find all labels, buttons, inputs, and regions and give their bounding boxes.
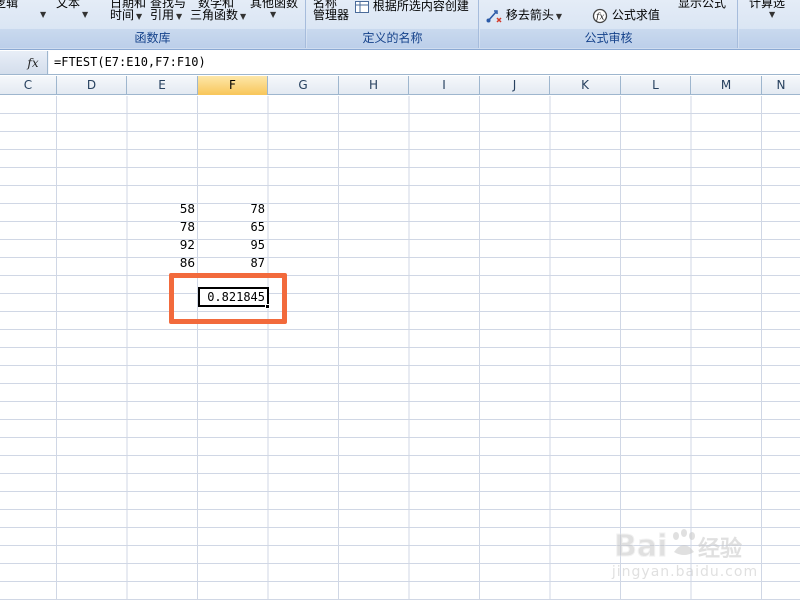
chevron-down-icon: ▼ — [769, 10, 776, 19]
evaluate-formula-button[interactable]: fx 公式求值 — [592, 6, 660, 24]
create-from-selection-label: 根据所选内容创建 — [372, 0, 469, 13]
logical-dropdown[interactable]: ▼ — [38, 6, 46, 20]
ribbon-cut-label: 显示公式 — [678, 0, 727, 10]
remove-arrows-button[interactable]: 移去箭头 ▼ — [486, 6, 562, 23]
column-header-i[interactable]: I — [409, 76, 480, 95]
calculation-options-dropdown[interactable]: ▼ — [767, 6, 775, 20]
chevron-down-icon: ▼ — [555, 12, 562, 21]
baidu-jingyan-logo: Bai 经验 — [614, 529, 743, 565]
cell-f8[interactable]: 65 — [198, 218, 268, 236]
chevron-down-icon: ▼ — [176, 12, 183, 21]
column-header-k[interactable]: K — [550, 76, 621, 95]
cell-e9[interactable]: 92 — [127, 236, 198, 254]
svg-text:经验: 经验 — [698, 536, 742, 562]
chevron-down-icon: ▼ — [82, 10, 89, 19]
text-dropdown[interactable]: ▼ — [80, 6, 88, 20]
watermark-url: jingyan.baidu.com — [611, 564, 759, 580]
create-from-selection-button[interactable]: 根据所选内容创建 — [355, 0, 469, 14]
column-header-g[interactable]: G — [268, 76, 339, 95]
column-header-f[interactable]: F — [198, 76, 268, 95]
insert-function-button[interactable]: fx — [22, 54, 44, 72]
svg-text:Bai: Bai — [614, 529, 667, 564]
function-library-label: 函数库 — [0, 29, 305, 48]
name-manager-button[interactable]: 管理器 — [313, 6, 349, 23]
cell-e7[interactable]: 58 — [127, 200, 198, 218]
column-header-c[interactable]: C — [0, 76, 57, 95]
name-manager-label: 管理器 — [313, 8, 350, 22]
cell-e8[interactable]: 78 — [127, 218, 198, 236]
column-header-row: C D E F G H I J K L M N — [0, 76, 800, 95]
more-functions-dropdown[interactable]: ▼ — [268, 6, 276, 20]
function-library-group: 逻辑 文本 日期和 查找与 数学和 其他函数 ▼ ▼ 时间▼ 引用▼ 三角函数▼… — [0, 0, 306, 48]
lookup-label: 引用 — [150, 8, 175, 22]
datetime-label: 时间 — [110, 8, 135, 22]
column-header-n[interactable]: N — [762, 76, 800, 95]
column-header-m[interactable]: M — [691, 76, 762, 95]
column-header-l[interactable]: L — [621, 76, 691, 95]
svg-text:fx: fx — [595, 12, 604, 22]
table-grid-icon — [355, 0, 369, 13]
datetime-button[interactable]: 时间 ▼ — [110, 6, 142, 23]
lookup-button[interactable]: 引用 ▼ — [150, 6, 182, 23]
evaluate-formula-label: 公式求值 — [611, 8, 660, 22]
ribbon-cut-label: 逻辑 — [0, 0, 19, 10]
chevron-down-icon: ▼ — [240, 12, 247, 21]
formula-bar: fx =FTEST(E7:E10,F7:F10) — [0, 51, 800, 75]
column-header-h[interactable]: H — [339, 76, 409, 95]
ribbon-cut-label: 文本 — [56, 0, 81, 10]
column-header-d[interactable]: D — [57, 76, 127, 95]
cell-f9[interactable]: 95 — [198, 236, 268, 254]
cell-f10[interactable]: 87 — [198, 254, 268, 272]
formula-auditing-label: 公式审核 — [480, 29, 737, 48]
formula-input[interactable]: =FTEST(E7:E10,F7:F10) — [49, 51, 800, 74]
formula-bar-left: fx — [0, 51, 48, 74]
formula-auditing-group: 显示公式 移去箭头 ▼ fx 公式求值 公式审核 — [480, 0, 738, 48]
baidu-watermark: Bai 经验 jingyan.baidu.com — [610, 522, 760, 581]
column-header-e[interactable]: E — [127, 76, 198, 95]
chevron-down-icon: ▼ — [270, 10, 277, 19]
column-header-j[interactable]: J — [480, 76, 550, 95]
defined-names-group: 名称 管理器 根据所选内容创建 定义的名称 — [307, 0, 479, 48]
defined-names-label: 定义的名称 — [307, 29, 478, 48]
calculation-group: 计算选 ▼ — [739, 0, 800, 48]
chevron-down-icon: ▼ — [40, 10, 47, 19]
evaluate-formula-icon: fx — [592, 8, 608, 23]
cell-f7[interactable]: 78 — [198, 200, 268, 218]
calculation-label — [739, 29, 800, 48]
ribbon: 逻辑 文本 日期和 查找与 数学和 其他函数 ▼ ▼ 时间▼ 引用▼ 三角函数▼… — [0, 0, 800, 50]
cell-e10[interactable]: 86 — [127, 254, 198, 272]
math-trig-label: 三角函数 — [190, 8, 239, 22]
math-trig-button[interactable]: 三角函数 ▼ — [190, 6, 246, 23]
remove-arrows-icon — [486, 9, 502, 23]
remove-arrows-label: 移去箭头 — [505, 8, 554, 22]
highlight-annotation-box — [169, 273, 287, 324]
chevron-down-icon: ▼ — [136, 12, 143, 21]
